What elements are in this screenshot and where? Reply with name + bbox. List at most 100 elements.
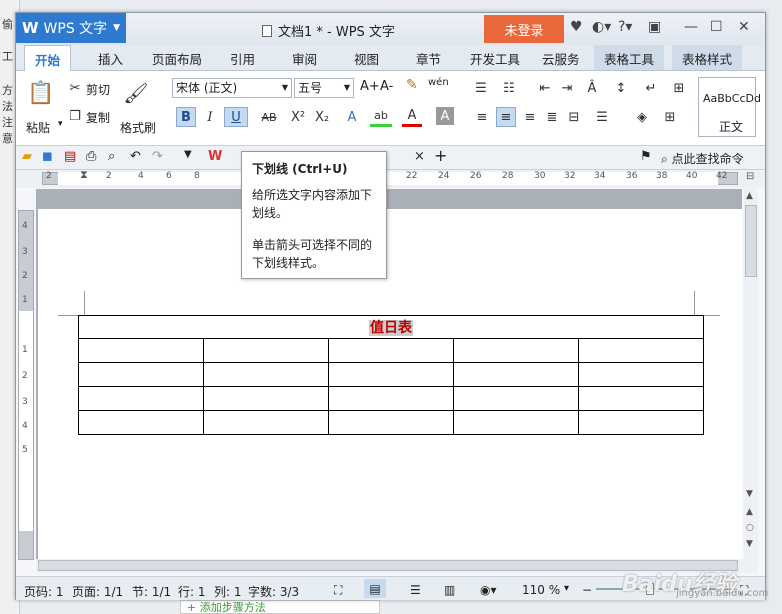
skin-icon[interactable]: ♥ [570, 19, 583, 35]
copy-button[interactable]: 复制 [86, 109, 110, 126]
align-right-icon[interactable]: ≡ [522, 109, 538, 125]
tab-view[interactable]: 视图 [354, 49, 379, 68]
table-cell[interactable] [578, 410, 704, 435]
table-grid-icon[interactable]: ⊞ [670, 79, 688, 97]
shading-icon[interactable]: ◈ [632, 109, 652, 125]
tab-review[interactable]: 审阅 [292, 49, 317, 68]
scroll-up-icon[interactable]: ▲ [746, 191, 753, 201]
font-name-select[interactable]: 宋体 (正文) ▼ [172, 78, 292, 98]
bullet-list-icon[interactable]: ☰ [472, 79, 490, 97]
char-shading-button[interactable]: A [436, 107, 454, 125]
table-cell[interactable] [203, 338, 329, 363]
shrink-font-button[interactable]: A- [380, 79, 393, 94]
tab-developer[interactable]: 开发工具 [470, 49, 520, 68]
table-cell[interactable] [453, 410, 579, 435]
maximize-icon[interactable]: ☐ [710, 19, 723, 35]
pin-icon[interactable]: ⚑ [640, 149, 652, 164]
reading-view-icon[interactable]: ▥ [444, 583, 455, 597]
italic-button[interactable]: I [200, 107, 220, 127]
customize-dropdown-icon[interactable]: ▼ [184, 149, 192, 160]
next-page-icon[interactable]: ▼ [746, 539, 753, 549]
table-cell[interactable] [578, 362, 704, 387]
close-tab-icon[interactable]: × [414, 149, 425, 164]
undo-icon[interactable]: ↶ [130, 149, 141, 164]
prev-page-icon[interactable]: ▲ [746, 507, 753, 517]
cut-button[interactable]: 剪切 [86, 81, 110, 98]
new-tab-icon[interactable]: + [434, 146, 447, 165]
align-left-icon[interactable]: ≡ [474, 109, 490, 125]
bold-button[interactable]: B [176, 107, 196, 127]
ruler-toggle-icon[interactable]: ⊟ [746, 171, 754, 182]
close-icon[interactable]: ✕ [738, 19, 750, 35]
theme-icon[interactable]: ◐▾ [592, 19, 611, 35]
table-cell[interactable] [328, 362, 454, 387]
chinese-layout-icon[interactable]: ↕ [612, 79, 630, 97]
phonetic-guide-button[interactable]: wén [428, 77, 449, 88]
table-cell[interactable] [578, 386, 704, 411]
text-effect-button[interactable]: A [342, 107, 362, 127]
clear-format-button[interactable]: ✎ [406, 77, 418, 93]
highlight-button[interactable]: ab [370, 107, 392, 127]
add-step-link[interactable]: + 添加步骤方法 [180, 600, 380, 614]
decrease-indent-icon[interactable]: ⇤ [536, 79, 554, 97]
print-preview-icon[interactable]: ⌕ [108, 149, 115, 164]
align-center-icon[interactable]: ≡ [496, 107, 516, 127]
export-pdf-icon[interactable]: ▤ [64, 149, 76, 164]
tab-table-tools[interactable]: 表格工具 [594, 45, 665, 70]
increase-indent-icon[interactable]: ⇥ [558, 79, 576, 97]
eye-protection-icon[interactable]: ◉▾ [480, 583, 497, 597]
numbered-list-icon[interactable]: ☷ [500, 79, 518, 97]
page-view-icon[interactable]: ▤ [364, 579, 386, 598]
table-cell[interactable] [453, 362, 579, 387]
table-cell[interactable] [453, 386, 579, 411]
table-cell[interactable] [578, 338, 704, 363]
save-icon[interactable]: ◼ [42, 149, 53, 164]
browse-object-icon[interactable]: ○ [746, 523, 754, 533]
vertical-scrollbar[interactable]: ▲ ▼ ▲ ○ ▼ [744, 189, 758, 559]
table-cell[interactable] [78, 386, 204, 411]
vertical-ruler[interactable]: 4 3 2 1 1 2 3 4 5 [18, 210, 34, 560]
find-command-box[interactable]: ⌕ 点此查找命令 [661, 150, 744, 167]
tab-chapter[interactable]: 章节 [416, 49, 441, 68]
font-color-button[interactable]: A [402, 107, 422, 127]
document-page[interactable]: 值日表 [38, 209, 742, 569]
subscript-button[interactable]: X₂ [312, 107, 332, 127]
show-marks-icon[interactable]: ↵ [642, 79, 660, 97]
table-title-cell[interactable]: 值日表 [78, 315, 704, 339]
distribute-icon[interactable]: ⊟ [566, 109, 582, 125]
justify-icon[interactable]: ≣ [544, 109, 560, 125]
tab-references[interactable]: 引用 [230, 49, 255, 68]
table-cell[interactable] [203, 362, 329, 387]
table-cell[interactable] [453, 338, 579, 363]
tab-page-layout[interactable]: 页面布局 [152, 49, 202, 68]
line-spacing-icon[interactable]: ☰ [592, 109, 612, 125]
paste-dropdown-icon[interactable]: ▾ [58, 119, 63, 129]
tile-icon[interactable]: ▣ [648, 19, 661, 35]
focus-mode-icon[interactable]: ⛶ [334, 583, 342, 598]
scroll-thumb[interactable] [745, 205, 757, 277]
strikethrough-button[interactable]: AB [256, 107, 282, 127]
underline-button[interactable]: U [224, 107, 248, 127]
sort-icon[interactable]: Â [580, 79, 604, 97]
horizontal-ruler[interactable]: 2 2 4 6 8 20 22 24 26 28 30 32 34 36 38 … [16, 168, 765, 188]
grow-font-button[interactable]: A+ [360, 79, 380, 94]
print-icon[interactable]: ⎙ [86, 149, 96, 164]
tab-insert[interactable]: 插入 [98, 49, 123, 68]
superscript-button[interactable]: X² [288, 107, 308, 127]
zoom-dropdown-icon[interactable]: ▾ [564, 583, 569, 594]
table-cell[interactable] [203, 410, 329, 435]
table-cell[interactable] [78, 410, 204, 435]
table-cell[interactable] [328, 410, 454, 435]
tab-cloud[interactable]: 云服务 [542, 49, 580, 68]
zoom-level[interactable]: 110 % [522, 583, 560, 597]
help-icon[interactable]: ?▾ [618, 19, 632, 35]
table-cell[interactable] [328, 386, 454, 411]
borders-icon[interactable]: ⊞ [660, 109, 680, 125]
tab-home[interactable]: 开始 [24, 45, 72, 72]
table-cell[interactable] [78, 338, 204, 363]
minimize-icon[interactable]: — [684, 19, 698, 35]
redo-icon[interactable]: ↷ [152, 149, 163, 164]
indent-marker-icon[interactable]: ⧗ [80, 168, 88, 182]
style-gallery[interactable]: AaBbCcDd 正文 [698, 77, 761, 137]
login-button[interactable]: 未登录 [484, 15, 564, 43]
